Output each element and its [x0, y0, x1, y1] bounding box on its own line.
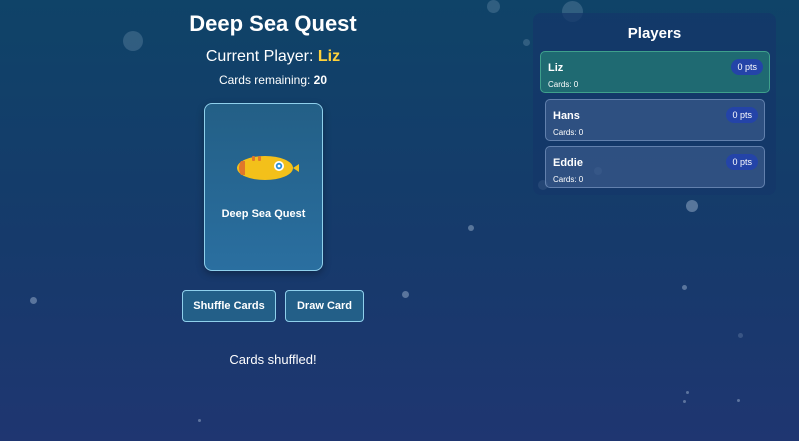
player-cards-count: Cards: 0 — [553, 128, 584, 137]
cards-remaining-count: 20 — [313, 73, 328, 87]
current-player-name: Liz — [317, 48, 341, 65]
bubble-decoration — [686, 391, 689, 394]
bubble-decoration — [738, 333, 743, 338]
players-title: Players — [627, 25, 682, 42]
bubble-decoration — [683, 400, 686, 403]
status-message: Cards shuffled! — [229, 352, 317, 367]
player-points-badge: 0 pts — [726, 154, 758, 170]
player-card-hans[interactable]: Hans 0 pts Cards: 0 — [545, 99, 765, 141]
current-player: Current Player: Liz — [0, 48, 546, 66]
player-cards-count: Cards: 0 — [553, 175, 584, 184]
player-points-badge: 0 pts — [731, 59, 763, 75]
player-name: Hans — [553, 110, 580, 122]
player-name: Eddie — [553, 157, 583, 169]
player-cards-count: Cards: 0 — [548, 80, 579, 89]
game-title: Deep Sea Quest — [189, 11, 357, 36]
game-card[interactable]: Deep Sea Quest — [204, 103, 323, 271]
bubble-decoration — [682, 285, 687, 290]
current-player-label: Current Player: — [205, 48, 318, 65]
draw-card-button[interactable]: Draw Card — [285, 290, 364, 322]
player-card-eddie[interactable]: Eddie 0 pts Cards: 0 — [545, 146, 765, 188]
game-area: Deep Sea Quest Current Player: Liz Cards… — [0, 0, 546, 441]
player-card-liz[interactable]: Liz 0 pts Cards: 0 — [540, 51, 770, 93]
player-points-badge: 0 pts — [726, 107, 758, 123]
player-name: Liz — [548, 62, 564, 74]
cards-remaining-label: Cards remaining: — [218, 73, 314, 87]
cards-remaining: Cards remaining: 20 — [0, 73, 546, 87]
card-label: Deep Sea Quest — [221, 208, 306, 220]
players-panel: Players Liz 0 pts Cards: 0 Hans 0 pts Ca… — [533, 13, 776, 195]
shuffle-cards-button[interactable]: Shuffle Cards — [182, 290, 276, 322]
submarine-icon — [237, 156, 299, 180]
bubble-decoration — [737, 399, 740, 402]
bubble-decoration — [686, 200, 698, 212]
